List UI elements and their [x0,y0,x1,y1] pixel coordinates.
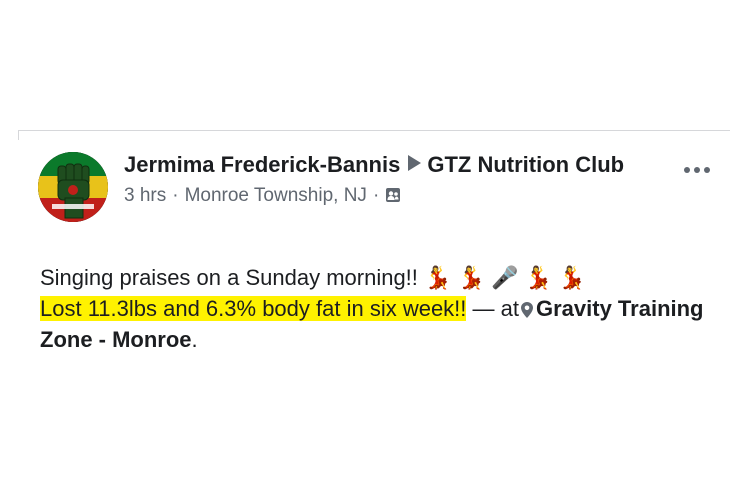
location-pin-icon [521,302,533,318]
meta-separator: · [172,185,179,206]
post-text-line-1: Singing praises on a Sunday morning!! [40,265,418,290]
author-name[interactable]: Jermima Frederick-Bannis [124,152,400,177]
more-dot [704,167,710,173]
post-header: Jermima Frederick-Bannis GTZ Nutrition Cl… [124,150,644,210]
post-meta: 3 hrs · Monroe Township, NJ · [124,182,644,210]
card-corner-border [18,130,19,140]
post-location[interactable]: Monroe Township, NJ [185,185,367,206]
raised-fist-avatar-icon [38,152,108,222]
author-line: Jermima Frederick-Bannis GTZ Nutrition Cl… [124,150,644,180]
post-line-2: Lost 11.3lbs and 6.3% body fat in six we… [40,293,730,355]
post-time[interactable]: 3 hrs [124,185,166,206]
meta-separator-2: · [372,185,380,206]
card-top-border [18,130,730,131]
more-dot [694,167,700,173]
friends-icon[interactable] [385,187,401,203]
post-body: Singing praises on a Sunday morning!! 💃 … [40,262,730,355]
emoji-row: 💃 💃 🎤 💃 💃 [424,265,586,290]
highlighted-text: Lost 11.3lbs and 6.3% body fat in six we… [40,296,467,321]
at-label: — at [472,296,519,321]
post-line-1: Singing praises on a Sunday morning!! 💃 … [40,262,730,293]
more-options-icon[interactable] [684,165,710,175]
end-punctuation: . [191,327,198,352]
share-arrow-icon [408,155,422,171]
group-name[interactable]: GTZ Nutrition Club [427,152,624,177]
author-avatar[interactable] [38,152,108,222]
more-dot [684,167,690,173]
